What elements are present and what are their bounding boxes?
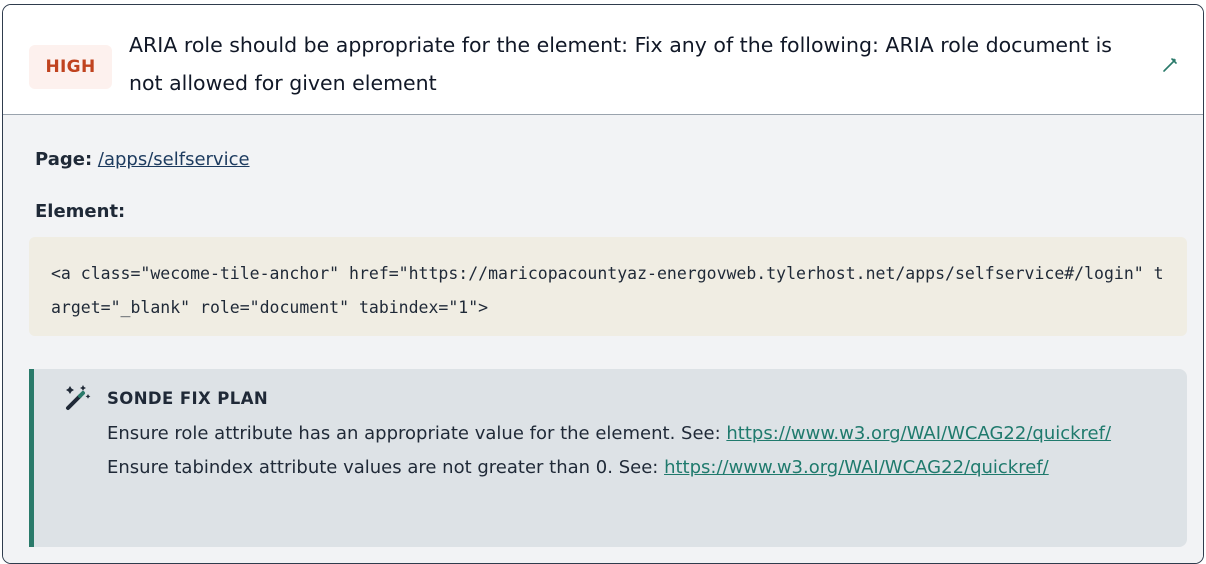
issue-details: Page: /apps/selfservice Element: <a clas… — [3, 115, 1203, 563]
fix-plan-panel: SONDE FIX PLAN Ensure role attribute has… — [29, 369, 1187, 547]
element-code: <a class="wecome-tile-anchor" href="http… — [29, 237, 1187, 336]
severity-badge: HIGH — [29, 45, 112, 89]
issue-title: ARIA role should be appropriate for the … — [129, 33, 1112, 95]
wcag-link-2[interactable]: https://www.w3.org/WAI/WCAG22/quickref/ — [664, 457, 1049, 478]
fix-text-part-1: Ensure role attribute has an appropriate… — [107, 423, 727, 444]
fix-text-part-2: Ensure tabindex attribute values are not… — [107, 457, 665, 478]
fix-plan-heading: SONDE FIX PLAN — [107, 389, 269, 408]
issue-card: HIGH ARIA role should be appropriate for… — [2, 4, 1204, 564]
page-row: Page: /apps/selfservice — [35, 149, 250, 170]
page-link[interactable]: /apps/selfservice — [98, 149, 250, 170]
wcag-link-1[interactable]: https://www.w3.org/WAI/WCAG22/quickref/ — [726, 423, 1111, 444]
fix-plan-text: Ensure role attribute has an appropriate… — [107, 417, 1177, 485]
issue-header[interactable]: HIGH ARIA role should be appropriate for… — [3, 5, 1203, 115]
element-label: Element: — [35, 201, 126, 222]
magic-wand-icon — [61, 382, 93, 414]
wand-icon[interactable] — [1160, 55, 1180, 75]
page-label: Page: — [35, 149, 93, 170]
